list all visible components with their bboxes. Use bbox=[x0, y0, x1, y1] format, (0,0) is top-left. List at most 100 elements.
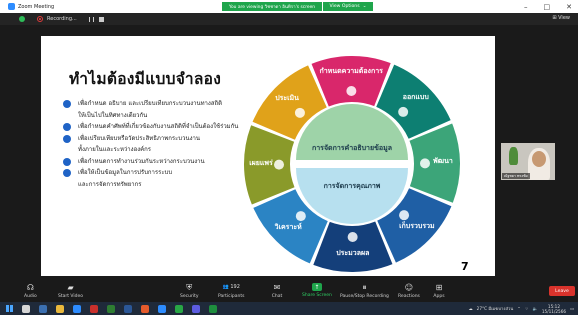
cycle-step-icon bbox=[398, 106, 409, 117]
apps-grid-icon: ⊞ bbox=[435, 283, 443, 292]
record-label: Pause/Stop Recording bbox=[340, 294, 389, 299]
participant-video[interactable]: ณัฐชยา ทรงชัย bbox=[501, 143, 555, 180]
cycle-segment-label: ประมวลผล bbox=[336, 249, 369, 257]
window-controls: – □ ✕ bbox=[524, 0, 572, 13]
apps-label: Apps bbox=[433, 294, 445, 299]
cycle-step-icon bbox=[399, 210, 410, 221]
audio-label: Audio bbox=[24, 294, 37, 299]
reactions-label: Reactions bbox=[398, 294, 420, 299]
recording-status: Recording... bbox=[47, 16, 77, 22]
weather-text: 27°C มีเมฆบางส่วน bbox=[476, 306, 514, 311]
apps-button[interactable]: ⊞ Apps bbox=[433, 283, 445, 299]
edge-browser-icon[interactable] bbox=[73, 304, 81, 313]
participant-face bbox=[532, 151, 546, 167]
teams-icon[interactable] bbox=[192, 304, 200, 313]
security-button[interactable]: ⛨ Security bbox=[180, 283, 198, 299]
view-label: View bbox=[558, 15, 570, 21]
cycle-step-icon bbox=[274, 159, 285, 170]
spreadsheet-icon[interactable] bbox=[209, 304, 217, 313]
participants-icon: 👥 192 bbox=[222, 284, 240, 290]
slide-title: ทำไมต้องมีแบบจำลอง bbox=[69, 70, 222, 88]
excel-icon[interactable] bbox=[107, 304, 115, 313]
zoom-app-icon bbox=[8, 3, 15, 10]
clock[interactable]: 15:12 15/11/2566 bbox=[542, 304, 566, 314]
line-icon[interactable] bbox=[175, 304, 183, 313]
meeting-status-bar: Recording... ⊞ View bbox=[0, 13, 578, 25]
leave-button[interactable]: Leave bbox=[549, 286, 575, 296]
view-options-label: View Options bbox=[329, 4, 360, 9]
word-icon[interactable] bbox=[124, 304, 132, 313]
cycle-step-icon bbox=[419, 158, 430, 169]
notification-icon[interactable]: ▭ bbox=[570, 306, 574, 311]
network-icon[interactable]: ⌔ bbox=[525, 306, 529, 312]
close-button[interactable]: ✕ bbox=[566, 3, 572, 11]
task-view-icon[interactable] bbox=[39, 304, 47, 313]
participants-button[interactable]: 👥 192 Participants bbox=[218, 283, 244, 299]
cycle-segment-label: พัฒนา bbox=[433, 157, 453, 165]
windows-taskbar: ☁ 27°C มีเมฆบางส่วน ⌃ ⌔ 🔈 15:12 15/11/25… bbox=[0, 302, 578, 315]
bullet-text: เพื่อกำหนดคำศัพท์ที่เกี่ยวข้องกับงานสถิต… bbox=[78, 123, 239, 130]
cycle-step-icon bbox=[295, 211, 306, 222]
cycle-segment-label: เก็บรวบรวม bbox=[399, 221, 435, 230]
participants-count: 192 bbox=[230, 284, 240, 290]
meeting-toolbar: ☊ Audio ▰ Start Video ⛨ Security 👥 192 P… bbox=[0, 280, 578, 302]
audio-button[interactable]: ☊ Audio bbox=[24, 283, 37, 299]
cycle-segment-label: ออกแบบ bbox=[403, 93, 430, 101]
share-arrow-icon: ↑ bbox=[311, 283, 322, 291]
bullet-text: เพื่อกำหนดการทำงานร่วมกันระหว่างกระบวนงา… bbox=[78, 157, 205, 165]
volume-icon[interactable]: 🔈 bbox=[533, 306, 538, 312]
maximize-button[interactable]: □ bbox=[544, 3, 551, 11]
participant-name: ณัฐชยา ทรงชัย bbox=[502, 173, 530, 179]
clock-date: 15/11/2566 bbox=[541, 308, 567, 314]
cycle-step-icon bbox=[347, 231, 358, 242]
screen-share-banner: You are viewing วิชชาดา อินทิรา's screen bbox=[222, 2, 322, 11]
headphones-icon: ☊ bbox=[26, 283, 34, 292]
shared-screen-slide: ทำไมต้องมีแบบจำลอง เพื่อกำหนด อธิบาย และ… bbox=[41, 36, 495, 276]
quality-management-label: การจัดการคุณภาพ bbox=[324, 182, 381, 190]
recording-icon bbox=[37, 16, 43, 22]
bullet-text: เพื่อกำหนด อธิบาย และเปรียบเทียบกระบวนงา… bbox=[78, 100, 223, 107]
window-titlebar: Zoom Meeting You are viewing วิชชาดา อิน… bbox=[0, 0, 578, 13]
smiley-icon: ☺ bbox=[404, 283, 414, 292]
cycle-step-icon bbox=[346, 86, 357, 97]
metadata-management-label: การจัดการคำอธิบายข้อมูล bbox=[312, 143, 392, 153]
view-options-button[interactable]: View Options ⌄ bbox=[323, 2, 373, 11]
bullet-text: เพื่อให้เป็นข้อมูลในการปรับการระบบ bbox=[78, 169, 173, 176]
chat-button[interactable]: ✉ Chat bbox=[271, 283, 283, 299]
bullet-dot-icon bbox=[63, 157, 71, 166]
bullet-dot-icon bbox=[63, 169, 71, 177]
windows-start-icon[interactable] bbox=[6, 305, 13, 312]
view-button[interactable]: ⊞ View bbox=[552, 15, 570, 21]
share-label: Share Screen bbox=[302, 293, 332, 298]
video-label: Start Video bbox=[58, 294, 84, 299]
pause-recording-button[interactable] bbox=[88, 16, 94, 22]
share-screen-button[interactable]: ↑ Share Screen bbox=[302, 283, 332, 298]
participants-label: Participants bbox=[218, 294, 245, 299]
shield-icon[interactable] bbox=[19, 16, 25, 22]
weather-icon[interactable]: ☁ bbox=[468, 306, 472, 311]
security-label: Security bbox=[180, 294, 199, 299]
cycle-segment-label: เผยแพร่ bbox=[249, 159, 273, 167]
shield-icon: ⛨ bbox=[186, 283, 193, 292]
system-tray: ☁ 27°C มีเมฆบางส่วน ⌃ ⌔ 🔈 15:12 15/11/25… bbox=[468, 302, 574, 315]
bullet-dot-icon bbox=[63, 123, 71, 131]
process-cycle-diagram: กำหนดความต้องการออกแบบพัฒนาเก็บรวบรวมประ… bbox=[244, 56, 460, 272]
bullet-dot-icon bbox=[63, 134, 71, 143]
file-explorer-icon[interactable] bbox=[56, 304, 64, 313]
chevron-up-icon[interactable]: ⌃ bbox=[517, 306, 521, 311]
start-video-button[interactable]: ▰ Start Video bbox=[58, 283, 83, 299]
pause-stop-recording-button[interactable]: ⏸ Pause/Stop Recording bbox=[340, 283, 389, 299]
bullet-dot-icon bbox=[63, 100, 71, 108]
zoom-taskbar-icon[interactable] bbox=[158, 304, 166, 313]
cycle-segment bbox=[311, 56, 391, 107]
cycle-segment-label: กำหนดความต้องการ bbox=[320, 66, 384, 75]
chrome-icon[interactable] bbox=[141, 304, 149, 313]
powerpoint-icon[interactable] bbox=[90, 304, 98, 313]
chat-icon: ✉ bbox=[273, 283, 281, 292]
stop-recording-button[interactable] bbox=[98, 16, 104, 22]
reactions-button[interactable]: ☺ Reactions bbox=[398, 283, 420, 299]
video-off-icon: ▰ bbox=[67, 283, 74, 292]
search-icon[interactable] bbox=[22, 304, 30, 313]
cycle-segment-label: ประเมิน bbox=[275, 94, 299, 102]
minimize-button[interactable]: – bbox=[524, 3, 528, 11]
